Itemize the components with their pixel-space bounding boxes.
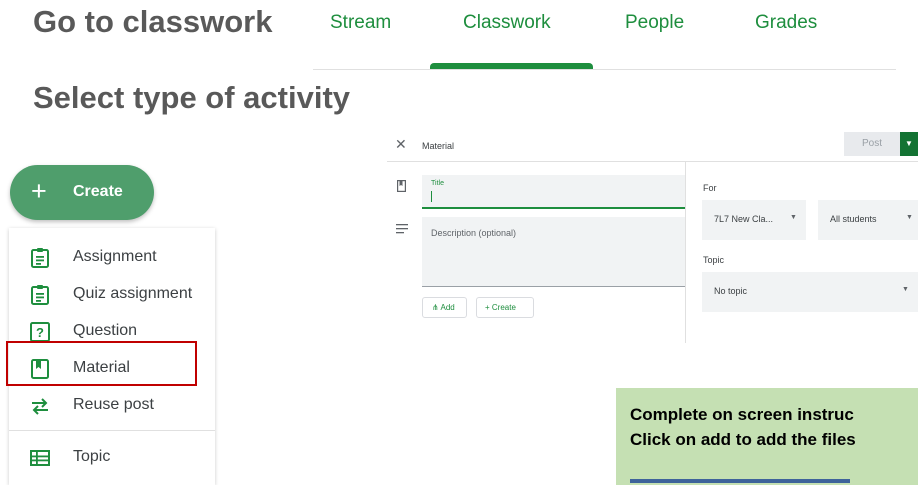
topic-select-value: No topic [714, 286, 748, 296]
create-button[interactable]: + Create [10, 165, 154, 220]
menu-item-quiz-assignment[interactable]: Quiz assignment [9, 277, 215, 311]
menu-item-label: Question [73, 322, 138, 339]
menu-item-label: Topic [73, 448, 111, 465]
material-highlight-box [6, 341, 197, 386]
chevron-down-icon: ▼ [906, 214, 913, 221]
quiz-assignment-icon [31, 285, 49, 305]
chevron-down-icon: ▼ [790, 214, 797, 221]
create-button-label: Create [491, 303, 516, 312]
instruction-link[interactable] [630, 477, 850, 485]
menu-divider [9, 430, 215, 431]
menu-item-label: Quiz assignment [73, 285, 193, 302]
topic-label: Topic [703, 255, 725, 265]
instruction-note: Complete on screen instruc Click on add … [616, 388, 918, 485]
attach-icon: ⋔ [432, 303, 439, 312]
instruction-line-1: Complete on screen instruc [630, 405, 854, 424]
class-select[interactable]: 7L7 New Cla... ▼ [702, 200, 806, 240]
topic-icon [30, 450, 50, 466]
students-select-value: All students [830, 214, 877, 224]
active-tab-indicator [430, 63, 593, 69]
add-attachment-button[interactable]: ⋔ Add [422, 297, 467, 318]
description-placeholder: Description (optional) [431, 228, 517, 238]
for-label: For [703, 183, 717, 193]
go-to-classwork-heading: Go to classwork [33, 4, 273, 39]
tab-classwork[interactable]: Classwork [463, 12, 551, 34]
description-field[interactable]: Description (optional) [422, 217, 685, 287]
students-select[interactable]: All students ▼ [818, 200, 918, 240]
material-icon [397, 180, 406, 192]
description-icon [396, 224, 408, 234]
instruction-line-2: Click on add to add the files [630, 430, 856, 449]
svg-text:?: ? [36, 325, 44, 340]
assignment-icon [31, 248, 49, 268]
question-icon: ? [30, 322, 50, 342]
chevron-down-icon: ▼ [902, 286, 909, 293]
close-icon[interactable]: ✕ [395, 136, 407, 153]
create-attachment-button[interactable]: + Create [476, 297, 534, 318]
editor-top-bar: ✕ Material Post ▼ [387, 128, 918, 162]
menu-item-label: Assignment [73, 248, 157, 265]
plus-icon: + [485, 303, 490, 312]
add-button-label: Add [440, 303, 455, 312]
topic-select[interactable]: No topic ▼ [702, 272, 918, 312]
editor-divider [685, 162, 686, 343]
menu-item-topic[interactable]: Topic [9, 440, 215, 474]
create-button-label: Create [73, 183, 123, 200]
menu-item-reuse-post[interactable]: Reuse post [9, 388, 215, 422]
reuse-icon [32, 398, 48, 415]
select-activity-heading: Select type of activity [33, 80, 351, 115]
menu-item-label: Reuse post [73, 396, 154, 413]
menu-item-assignment[interactable]: Assignment [9, 240, 215, 274]
tab-people[interactable]: People [625, 12, 684, 34]
title-field-label: Title [431, 180, 444, 187]
title-field[interactable]: Title [422, 175, 685, 209]
plus-icon: + [31, 176, 47, 206]
editor-title: Material [422, 141, 455, 151]
text-caret [431, 191, 432, 202]
material-editor: ✕ Material Post ▼ Title Description (opt… [387, 128, 918, 343]
tab-stream[interactable]: Stream [330, 12, 391, 34]
post-button[interactable]: Post [844, 132, 900, 156]
post-dropdown-button[interactable]: ▼ [900, 132, 918, 156]
tab-grades[interactable]: Grades [755, 12, 817, 34]
class-select-value: 7L7 New Cla... [714, 214, 774, 224]
classroom-tabs: Stream Classwork People Grades [313, 0, 896, 70]
